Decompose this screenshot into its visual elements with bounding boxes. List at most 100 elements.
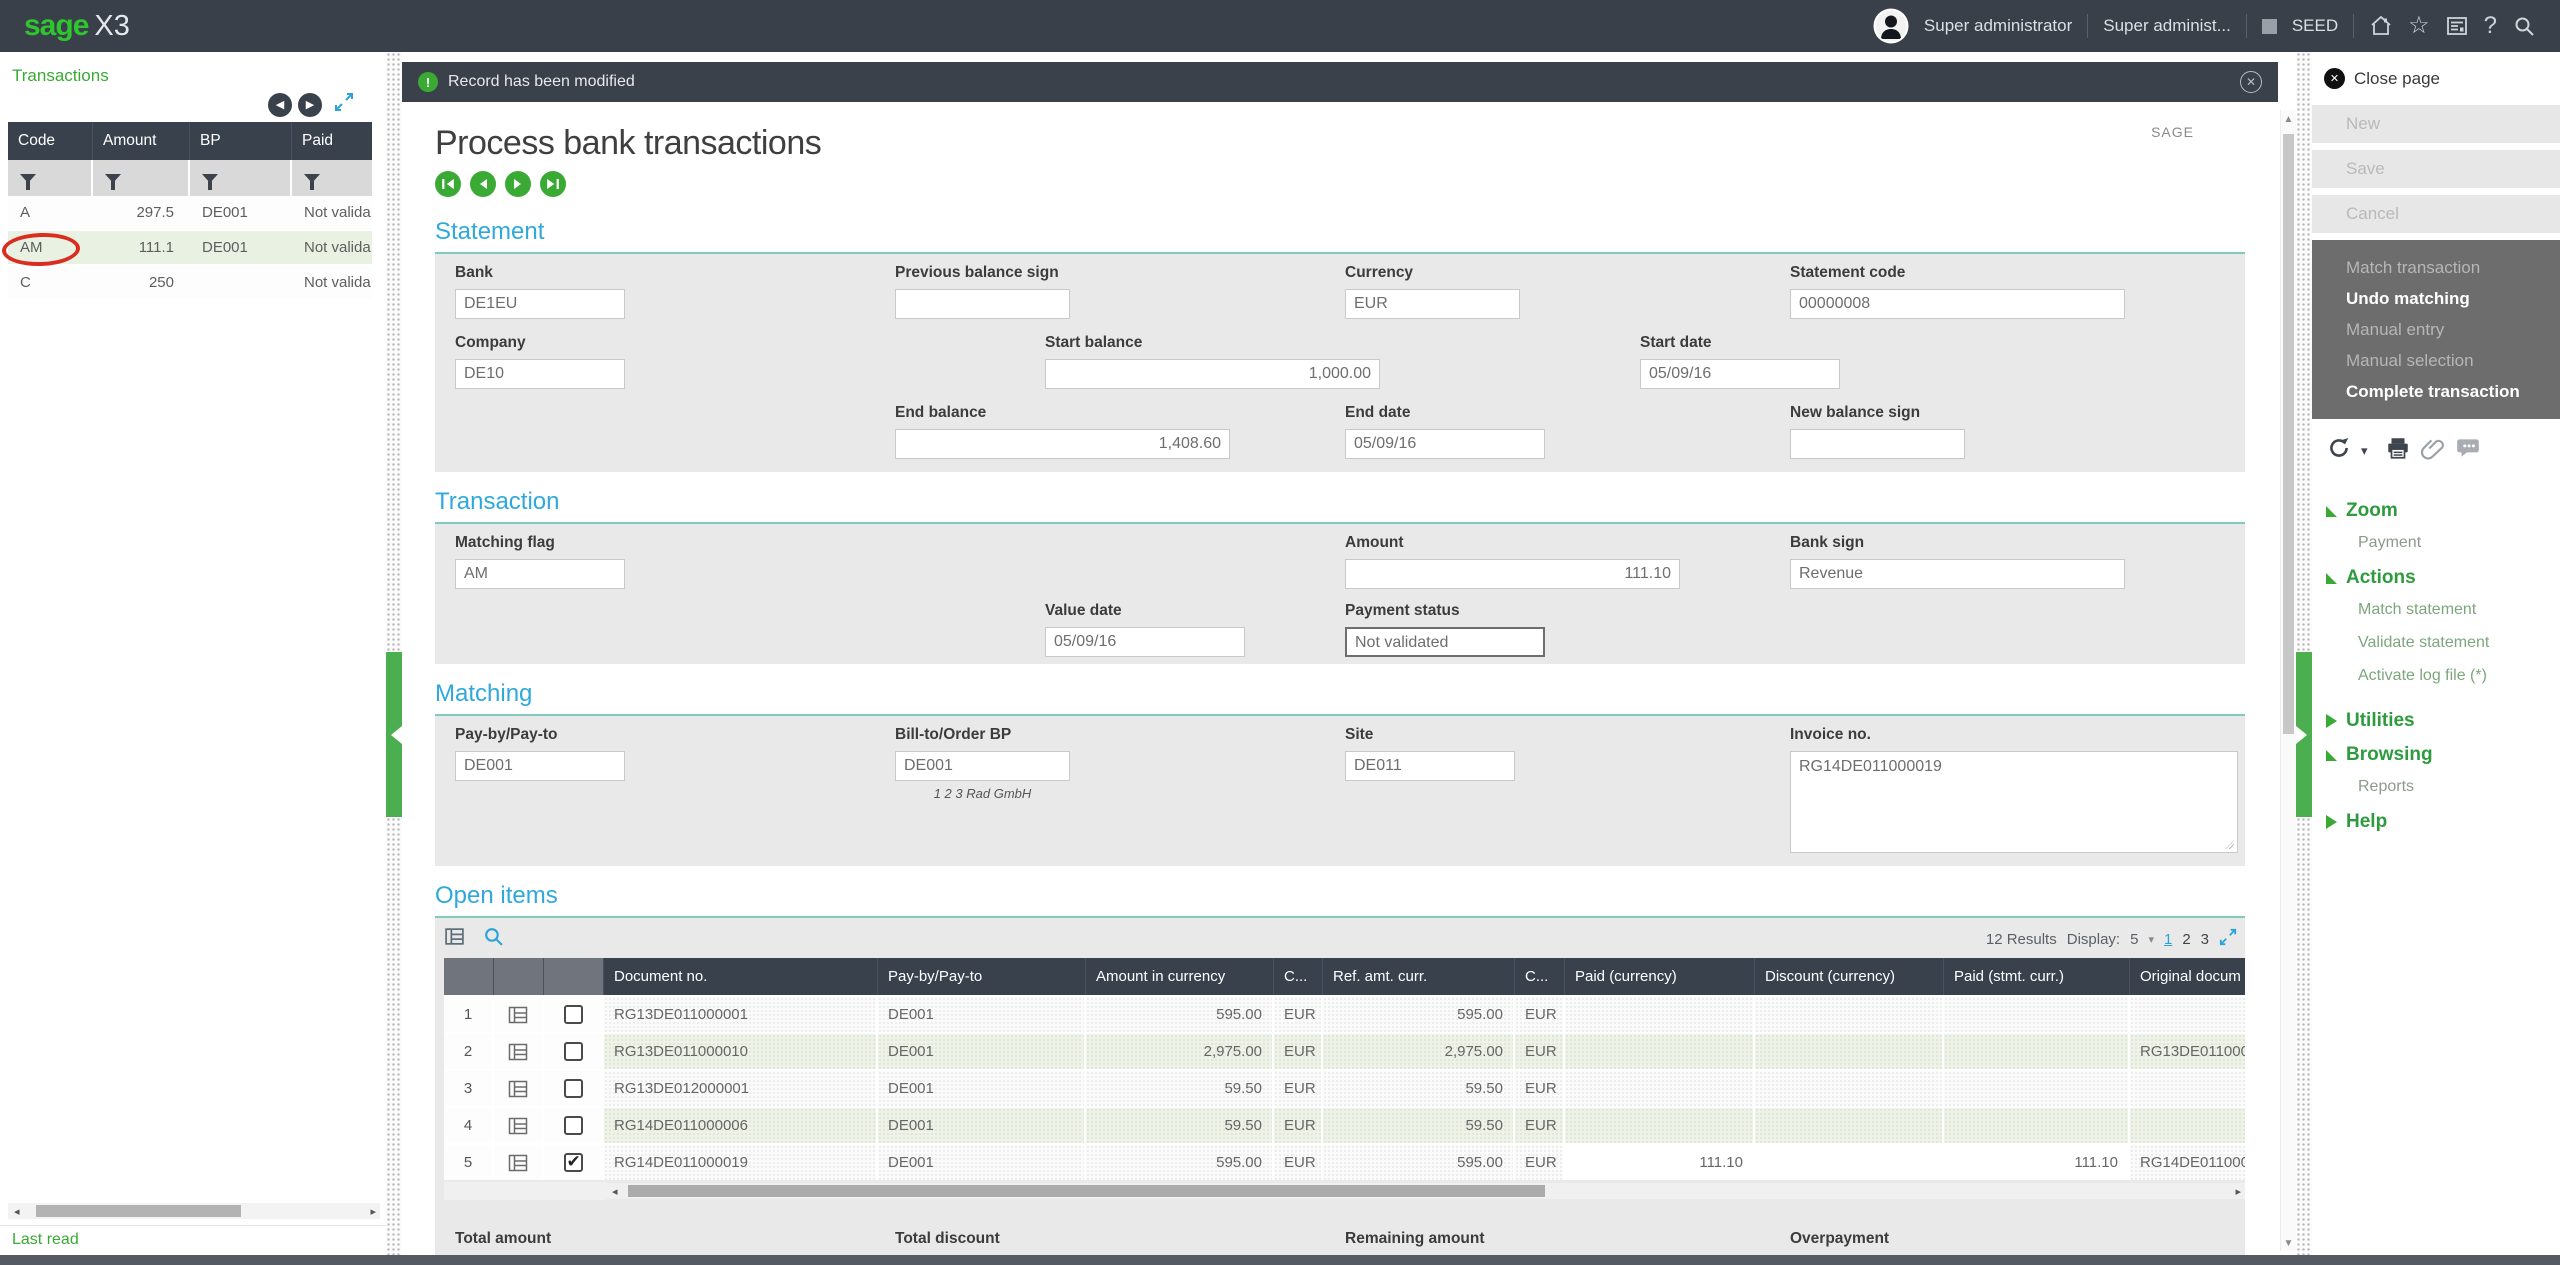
site-field[interactable]: DE011 xyxy=(1345,751,1515,781)
scroll-up-icon[interactable]: ▲ xyxy=(2281,114,2296,125)
value-date-field[interactable]: 05/09/16 xyxy=(1045,627,1245,657)
previous-record-icon[interactable] xyxy=(470,171,496,202)
open-item-row-selected[interactable]: 5 RG14DE011000019 DE001 595.00 EUR 595.0… xyxy=(444,1143,2245,1180)
filter-icon[interactable] xyxy=(304,174,320,183)
actions-section-header[interactable]: Actions xyxy=(2326,567,2560,589)
reports-link[interactable]: Reports xyxy=(2326,774,2560,799)
attachment-paperclip-icon[interactable] xyxy=(2420,435,2446,466)
validate-statement-link[interactable]: Validate statement xyxy=(2326,630,2560,655)
save-button[interactable]: Save xyxy=(2312,150,2560,188)
search-icon[interactable] xyxy=(2512,14,2536,38)
invoice-no-textarea[interactable]: RG14DE011000019 xyxy=(1790,751,2238,853)
col-header-amount[interactable]: Amount xyxy=(93,122,190,160)
page-2[interactable]: 2 xyxy=(2182,931,2190,948)
last-record-icon[interactable] xyxy=(540,171,566,202)
col-header-pay-by[interactable]: Pay-by/Pay-to xyxy=(878,958,1086,995)
refresh-caret-icon[interactable]: ▾ xyxy=(2361,443,2368,459)
col-header-paid-stmt[interactable]: Paid (stmt. curr.) xyxy=(1944,958,2130,995)
scrollbar-thumb[interactable] xyxy=(628,1185,1546,1197)
col-header-original-doc[interactable]: Original docum xyxy=(2130,958,2245,995)
right-splitter-grip[interactable] xyxy=(2296,652,2312,817)
row-detail-icon[interactable] xyxy=(494,995,544,1032)
news-feed-icon[interactable] xyxy=(2445,14,2469,38)
utilities-section-header[interactable]: Utilities xyxy=(2326,710,2560,732)
matching-flag-field[interactable]: AM xyxy=(455,559,625,589)
table-row-selected[interactable]: AM 111.1 DE001 Not valida xyxy=(8,231,372,266)
page-1[interactable]: 1 xyxy=(2164,931,2172,948)
zoom-section-header[interactable]: Zoom xyxy=(2326,500,2560,522)
user-name[interactable]: Super administrator xyxy=(1924,16,2072,36)
filter-icon[interactable] xyxy=(20,174,36,183)
match-statement-link[interactable]: Match statement xyxy=(2326,597,2560,622)
left-splitter-grip[interactable] xyxy=(386,652,402,817)
open-item-row[interactable]: 2 RG13DE011000010 DE001 2,975.00 EUR 2,9… xyxy=(444,1032,2245,1069)
endpoint-name[interactable]: SEED xyxy=(2292,16,2338,36)
help-icon[interactable]: ? xyxy=(2484,14,2497,38)
open-item-row[interactable]: 4 RG14DE011000006 DE001 59.50 EUR 59.50 … xyxy=(444,1106,2245,1143)
col-header-ref-amt[interactable]: Ref. amt. curr. xyxy=(1323,958,1515,995)
right-splitter[interactable] xyxy=(2296,52,2312,1255)
bill-to-field[interactable]: DE001 xyxy=(895,751,1070,781)
pay-by-field[interactable]: DE001 xyxy=(455,751,625,781)
activate-log-file-link[interactable]: Activate log file (*) xyxy=(2326,663,2560,688)
previous-balance-sign-field[interactable] xyxy=(895,289,1070,319)
left-splitter[interactable] xyxy=(386,52,402,1255)
main-vertical-scrollbar[interactable]: ▲ ▼ xyxy=(2280,110,2296,1251)
table-row[interactable]: A 297.5 DE001 Not valida xyxy=(8,196,372,231)
user-role[interactable]: Super administ... xyxy=(2103,16,2231,36)
filter-icon[interactable] xyxy=(105,174,121,183)
new-button[interactable]: New xyxy=(2312,105,2560,143)
company-field[interactable]: DE10 xyxy=(455,359,625,389)
undo-matching-item[interactable]: Undo matching xyxy=(2312,283,2560,314)
expand-grid-icon[interactable] xyxy=(2219,928,2237,950)
table-horizontal-scrollbar[interactable]: ◂ ▸ xyxy=(444,1182,2245,1200)
next-record-icon[interactable] xyxy=(505,171,531,202)
scrollbar-thumb[interactable] xyxy=(2283,134,2294,734)
banner-close-icon[interactable]: ✕ xyxy=(2240,71,2262,93)
manual-entry-item[interactable]: Manual entry xyxy=(2312,314,2560,345)
col-header-document-no[interactable]: Document no. xyxy=(604,958,878,995)
left-horizontal-scrollbar[interactable]: ◂ ▸ xyxy=(8,1203,380,1219)
complete-transaction-item[interactable]: Complete transaction xyxy=(2312,376,2560,407)
row-detail-icon[interactable] xyxy=(494,1106,544,1143)
browsing-section-header[interactable]: Browsing xyxy=(2326,744,2560,766)
bank-field[interactable]: DE1EU xyxy=(455,289,625,319)
row-checkbox[interactable] xyxy=(564,1079,583,1098)
row-detail-icon[interactable] xyxy=(494,1032,544,1069)
close-page-button[interactable]: ✕ Close page xyxy=(2312,52,2560,89)
row-detail-icon[interactable] xyxy=(494,1143,544,1180)
col-header-paid-currency[interactable]: Paid (currency) xyxy=(1565,958,1755,995)
search-grid-icon[interactable] xyxy=(483,926,504,952)
col-header-paid[interactable]: Paid xyxy=(292,122,372,160)
grid-view-icon[interactable] xyxy=(444,926,465,952)
last-read-link[interactable]: Last read xyxy=(0,1225,386,1255)
col-header-cur2[interactable]: C... xyxy=(1515,958,1565,995)
start-date-field[interactable]: 05/09/16 xyxy=(1640,359,1840,389)
prev-record-icon[interactable]: ◀ xyxy=(268,93,292,117)
home-icon[interactable] xyxy=(2369,14,2393,38)
display-caret-icon[interactable]: ▾ xyxy=(2148,933,2154,946)
row-checkbox-checked[interactable] xyxy=(564,1153,583,1172)
refresh-icon[interactable] xyxy=(2326,435,2352,466)
page-3[interactable]: 3 xyxy=(2201,931,2209,948)
open-item-row[interactable]: 1 RG13DE011000001 DE001 595.00 EUR 595.0… xyxy=(444,995,2245,1032)
cell-discount-editable[interactable] xyxy=(1755,1143,1944,1180)
bank-sign-field[interactable]: Revenue xyxy=(1790,559,2125,589)
statement-code-field[interactable]: 00000008 xyxy=(1790,289,2125,319)
col-header-amount-currency[interactable]: Amount in currency xyxy=(1086,958,1274,995)
help-section-header[interactable]: Help xyxy=(2326,811,2560,833)
row-detail-icon[interactable] xyxy=(494,1069,544,1106)
row-checkbox[interactable] xyxy=(564,1005,583,1024)
payment-status-field[interactable]: Not validated xyxy=(1345,627,1545,657)
cell-paid-stmt-editable[interactable]: 111.10 xyxy=(1944,1143,2130,1180)
filter-icon[interactable] xyxy=(202,174,218,183)
user-avatar[interactable] xyxy=(1873,8,1909,44)
end-balance-field[interactable]: 1,408.60 xyxy=(895,429,1230,459)
scroll-right-icon[interactable]: ▸ xyxy=(2235,1185,2241,1198)
comment-bubble-icon[interactable] xyxy=(2455,435,2481,466)
scroll-left-icon[interactable]: ◂ xyxy=(612,1185,618,1198)
col-header-bp[interactable]: BP xyxy=(190,122,292,160)
scrollbar-thumb[interactable] xyxy=(36,1205,241,1217)
cancel-button[interactable]: Cancel xyxy=(2312,195,2560,233)
table-row[interactable]: C 250 Not valida xyxy=(8,266,372,301)
